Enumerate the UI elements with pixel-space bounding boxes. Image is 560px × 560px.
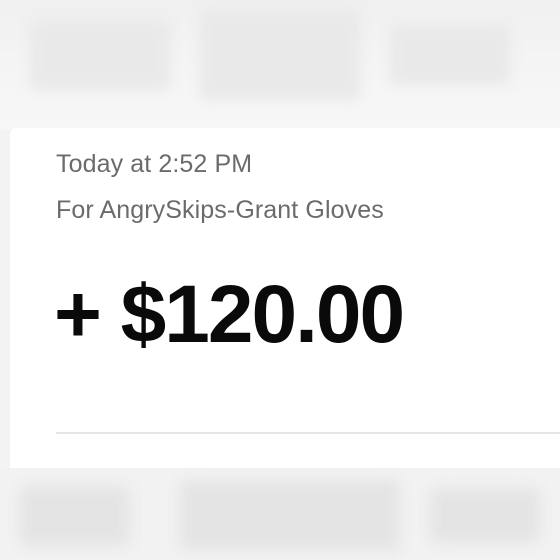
blurred-shape — [200, 10, 360, 100]
blurred-shape — [20, 486, 130, 546]
transaction-memo: For AngrySkips-Grant Gloves — [56, 196, 384, 224]
blurred-shape — [430, 488, 540, 543]
transaction-timestamp: Today at 2:52 PM — [56, 150, 253, 178]
transaction-amount: + $120.00 — [54, 269, 405, 360]
divider — [56, 432, 560, 434]
blurred-shape — [30, 20, 170, 90]
background-bottom — [0, 468, 560, 560]
background-top — [0, 0, 560, 130]
blurred-shape — [390, 25, 510, 85]
blurred-shape — [180, 480, 400, 550]
transaction-card: Today at 2:52 PM For AngrySkips-Grant Gl… — [10, 128, 560, 468]
